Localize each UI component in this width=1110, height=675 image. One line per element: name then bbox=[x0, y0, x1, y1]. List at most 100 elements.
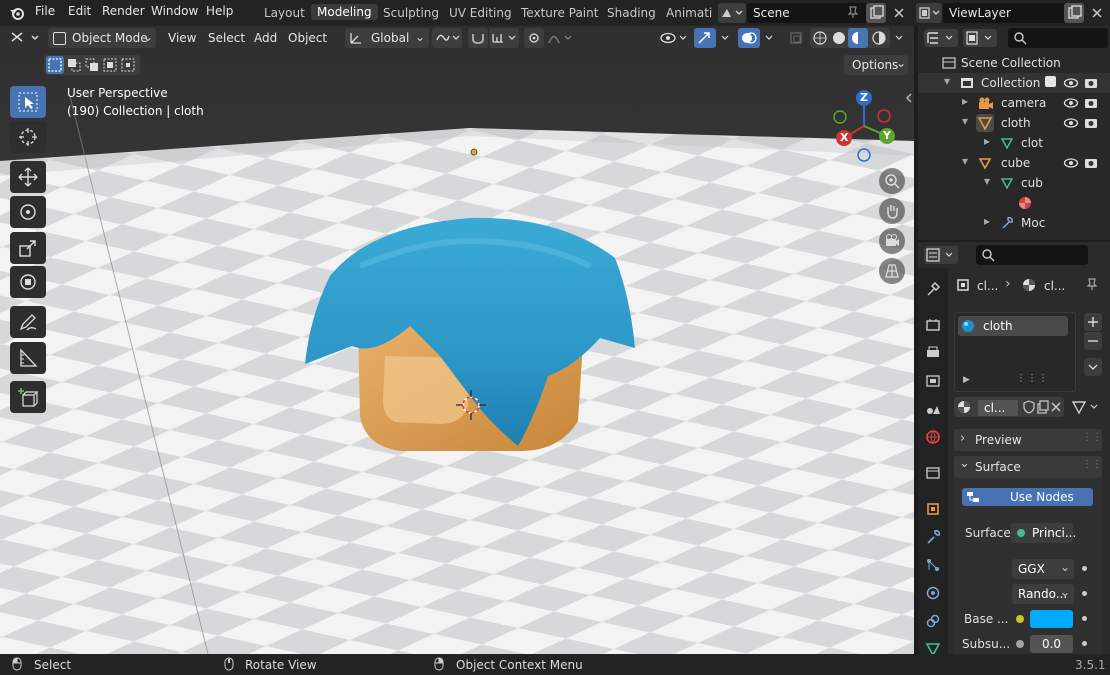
menu-window[interactable]: Window bbox=[151, 4, 198, 18]
tab-sculpting[interactable]: Sculpting bbox=[383, 6, 439, 20]
tab-texture-paint[interactable]: Texture Paint bbox=[521, 6, 598, 20]
menu-render[interactable]: Render bbox=[102, 4, 145, 18]
list-expand-arrow-icon[interactable]: ▶ bbox=[963, 375, 970, 385]
move-tool[interactable] bbox=[10, 161, 46, 193]
pin-icon[interactable] bbox=[1085, 277, 1099, 291]
surface-panel-header[interactable]: ⌄ Surface ⋮⋮ bbox=[954, 456, 1102, 478]
menu-edit[interactable]: Edit bbox=[68, 4, 91, 18]
camera-render-icon[interactable] bbox=[1084, 76, 1098, 90]
view-layer-tab-icon[interactable] bbox=[922, 370, 944, 392]
drag-handle-icon[interactable]: ⋮⋮ bbox=[1082, 459, 1102, 470]
new-scene-icon[interactable] bbox=[866, 3, 886, 23]
tab-shading[interactable]: Shading bbox=[607, 6, 656, 20]
outliner-item-camera[interactable]: ▸ camera bbox=[918, 93, 1110, 113]
menu-object[interactable]: Object bbox=[288, 31, 327, 45]
material-preview-shading-icon[interactable] bbox=[848, 28, 868, 48]
animate-dot-icon[interactable] bbox=[1082, 616, 1087, 621]
pan-hand-icon[interactable] bbox=[879, 198, 905, 224]
outliner-item-cube-mesh[interactable]: ▾ cub bbox=[918, 173, 1110, 193]
use-nodes-button[interactable]: Use Nodes bbox=[962, 488, 1093, 506]
snap-toggle-icon[interactable] bbox=[468, 28, 488, 48]
outliner-scene-collection[interactable]: Scene Collection bbox=[918, 53, 1110, 73]
menu-help[interactable]: Help bbox=[206, 4, 233, 18]
overlays-toggle-icon[interactable] bbox=[738, 28, 760, 48]
surface-shader-field[interactable]: Princi... bbox=[1011, 523, 1076, 543]
particles-tab-icon[interactable] bbox=[922, 554, 944, 576]
camera-view-icon[interactable] bbox=[879, 228, 905, 254]
rotate-tool[interactable] bbox=[10, 196, 46, 228]
physics-tab-icon[interactable] bbox=[922, 582, 944, 604]
viewlayer-selector-button[interactable] bbox=[916, 3, 942, 23]
expand-arrow-icon[interactable]: ▾ bbox=[962, 114, 968, 128]
gizmo-toggle-icon[interactable] bbox=[694, 28, 716, 48]
blender-logo-icon[interactable] bbox=[9, 5, 25, 21]
outliner-item-material[interactable] bbox=[918, 193, 1110, 213]
viewlayer-name-field[interactable]: ViewLayer bbox=[943, 3, 1071, 23]
subsurface-method-dropdown[interactable]: Rando... ⌄ bbox=[1012, 584, 1074, 604]
visibility-dropdown[interactable] bbox=[658, 28, 692, 48]
select-intersect-icon[interactable] bbox=[120, 57, 136, 73]
wireframe-shading-icon[interactable] bbox=[812, 30, 828, 46]
outliner-item-cloth[interactable]: ▾ cloth bbox=[918, 113, 1110, 133]
eye-icon[interactable] bbox=[1063, 156, 1079, 170]
outliner-collection[interactable]: ▾ Collection bbox=[918, 73, 1110, 93]
collection-tab-icon[interactable] bbox=[922, 462, 944, 484]
options-dropdown[interactable]: Options ⌄ bbox=[844, 55, 908, 75]
expand-arrow-icon[interactable]: ▸ bbox=[984, 134, 990, 148]
overlays-dropdown-chevron-icon[interactable] bbox=[760, 28, 780, 48]
list-resize-handle-icon[interactable]: ⋮⋮⋮ bbox=[1016, 373, 1049, 384]
camera-render-icon[interactable] bbox=[1084, 96, 1098, 110]
duplicate-icon[interactable] bbox=[1036, 400, 1050, 414]
scene-tab-icon[interactable] bbox=[922, 398, 944, 420]
expand-arrow-icon[interactable]: ▾ bbox=[962, 154, 968, 168]
tab-modeling[interactable]: Modeling bbox=[311, 4, 378, 20]
menu-file[interactable]: File bbox=[35, 4, 55, 18]
transform-tool[interactable] bbox=[10, 266, 46, 298]
tool-tab-icon[interactable] bbox=[922, 278, 944, 300]
distribution-dropdown[interactable]: GGX ⌄ bbox=[1012, 559, 1074, 579]
select-box-tool[interactable] bbox=[10, 86, 46, 118]
menu-add[interactable]: Add bbox=[254, 31, 277, 45]
eye-icon[interactable] bbox=[1063, 76, 1079, 90]
tab-animation[interactable]: Animati bbox=[666, 6, 712, 20]
scene-selector-button[interactable] bbox=[718, 3, 746, 23]
slot-specials-chevron-icon[interactable] bbox=[1084, 358, 1102, 376]
outliner-item-cube[interactable]: ▾ cube bbox=[918, 153, 1110, 173]
rendered-shading-icon[interactable] bbox=[871, 30, 887, 46]
modifier-tab-icon[interactable] bbox=[922, 526, 944, 548]
eye-icon[interactable] bbox=[1063, 96, 1079, 110]
expand-arrow-icon[interactable]: ▸ bbox=[984, 214, 990, 228]
eye-icon[interactable] bbox=[1063, 116, 1079, 130]
add-cube-tool[interactable] bbox=[10, 381, 46, 413]
tab-uv-editing[interactable]: UV Editing bbox=[449, 6, 512, 20]
gizmo-dropdown-chevron-icon[interactable] bbox=[716, 28, 736, 48]
object-mode-dropdown[interactable]: Object Mode ⌄ bbox=[48, 28, 156, 48]
annotate-tool[interactable] bbox=[10, 306, 46, 338]
animate-dot-icon[interactable] bbox=[1082, 641, 1087, 646]
color-socket-icon[interactable] bbox=[1016, 615, 1024, 623]
shading-dropdown-chevron-icon[interactable] bbox=[891, 28, 909, 48]
base-color-swatch[interactable] bbox=[1030, 610, 1073, 628]
select-extend-icon[interactable] bbox=[66, 57, 82, 73]
outliner-item-modifier[interactable]: ▸ Moc bbox=[918, 213, 1110, 233]
solid-shading-icon[interactable] bbox=[831, 30, 847, 46]
world-tab-icon[interactable] bbox=[922, 426, 944, 448]
select-new-icon[interactable] bbox=[46, 56, 64, 74]
material-slot-item[interactable]: cloth bbox=[958, 316, 1068, 336]
editor-type-button[interactable] bbox=[8, 29, 42, 47]
breadcrumb-object[interactable]: cl... bbox=[977, 279, 998, 293]
expand-arrow-icon[interactable]: ▸ bbox=[962, 94, 968, 108]
new-viewlayer-icon[interactable] bbox=[1064, 3, 1084, 23]
breadcrumb-material[interactable]: cl... bbox=[1044, 279, 1065, 293]
scale-tool[interactable] bbox=[10, 232, 46, 264]
xray-toggle-icon[interactable] bbox=[786, 28, 806, 48]
delete-scene-icon[interactable] bbox=[889, 3, 909, 23]
outliner-item-cloth-mesh[interactable]: ▸ clot bbox=[918, 133, 1110, 153]
unlink-close-icon[interactable] bbox=[1049, 400, 1063, 414]
animate-dot-icon[interactable] bbox=[1082, 566, 1087, 571]
measure-tool[interactable] bbox=[10, 342, 46, 374]
menu-select[interactable]: Select bbox=[208, 31, 245, 45]
material-browse-icon[interactable] bbox=[957, 400, 973, 414]
proportional-editing-icon[interactable] bbox=[524, 28, 544, 48]
zoom-icon[interactable] bbox=[879, 168, 905, 194]
